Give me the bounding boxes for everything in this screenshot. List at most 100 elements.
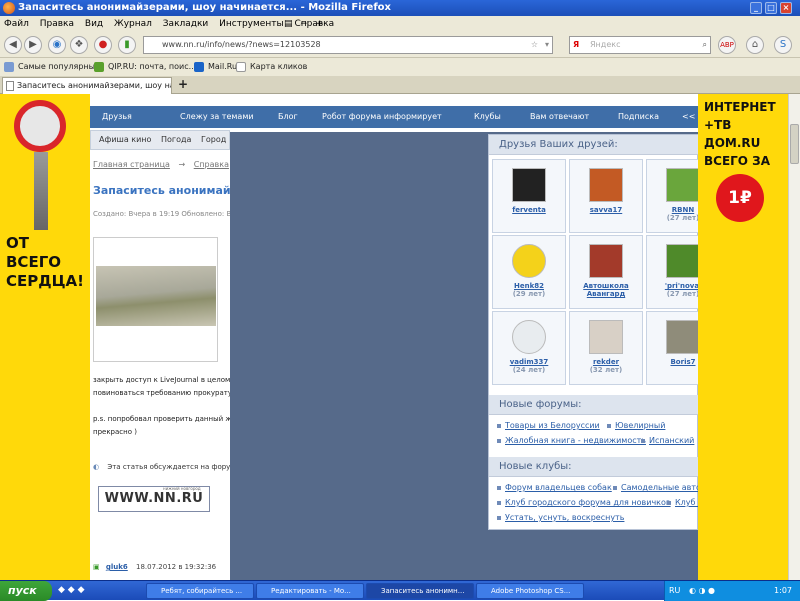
bookmark-popular[interactable]: Самые популярные bbox=[4, 58, 100, 76]
avatar bbox=[512, 168, 546, 202]
forum-link[interactable]: Товары из Белоруссии bbox=[497, 421, 600, 430]
adblock-icon[interactable]: ABP bbox=[718, 36, 736, 54]
tab-active[interactable]: Запаситесь анонимайзерами, шоу начин... bbox=[2, 77, 172, 94]
scrollbar-thumb[interactable] bbox=[790, 124, 799, 164]
dropdown-icon[interactable]: ▾ bbox=[545, 37, 549, 53]
menu-history[interactable]: Журнал bbox=[114, 19, 152, 29]
breadcrumb-home[interactable]: Главная страница bbox=[93, 160, 170, 169]
minimize-button[interactable]: _ bbox=[750, 2, 762, 14]
breadcrumb-arrow: → bbox=[178, 160, 186, 169]
right-ad-banner[interactable]: ИНТЕРНЕТ +ТВ ДОМ.RU ВСЕГО ЗА 1₽ bbox=[698, 94, 788, 580]
close-button[interactable]: × bbox=[780, 2, 792, 14]
clubs-title: Новые клубы: bbox=[489, 457, 699, 477]
bookmark-qip[interactable]: QIP.RU: почта, поис... bbox=[94, 58, 196, 76]
quicklaunch-icon[interactable]: ◆ ◆ ◆ bbox=[58, 585, 85, 595]
article-line: повиноваться требованию прокуратур bbox=[93, 389, 230, 397]
taskbar-item[interactable]: Ребят, собирайтесь ... bbox=[146, 583, 254, 599]
zoom-in-icon[interactable]: + bbox=[316, 16, 324, 32]
forum-discussion-note: ◐ Эта статья обсуждается на форум bbox=[93, 463, 236, 471]
search-icon[interactable]: ⌕ bbox=[703, 37, 707, 53]
article-photo[interactable] bbox=[93, 237, 218, 362]
tray-icons[interactable]: ◐ ◑ ● bbox=[689, 586, 715, 595]
friend-card[interactable]: rekder (32 лет) bbox=[569, 311, 643, 385]
forum-link[interactable]: Жалобная книга - недвижимость bbox=[497, 436, 646, 445]
avatar bbox=[589, 320, 623, 354]
start-button[interactable]: пуск bbox=[0, 581, 52, 601]
print-icon[interactable]: ▤ bbox=[284, 16, 293, 32]
discussion-text: Эта статья обсуждается на форум bbox=[107, 463, 236, 471]
nav-forum-robot[interactable]: Робот форума информирует bbox=[322, 106, 442, 128]
friend-card[interactable]: vadim337 (24 лет) bbox=[492, 311, 566, 385]
nav-collapse[interactable]: << bbox=[682, 106, 695, 128]
bookmark-mailru[interactable]: Mail.Ru bbox=[194, 58, 237, 76]
menu-edit[interactable]: Правка bbox=[40, 19, 74, 29]
new-tab-button[interactable]: + bbox=[178, 77, 188, 91]
subnav-cinema[interactable]: Афиша кино bbox=[99, 131, 151, 149]
stats-icon[interactable]: ▮ bbox=[118, 36, 136, 54]
friend-name[interactable]: rekder bbox=[570, 358, 642, 366]
page-icon bbox=[236, 62, 246, 72]
avatar bbox=[666, 168, 700, 202]
subnav-city[interactable]: Город bbox=[201, 131, 226, 149]
site-nav: Друзья Слежу за темами Блог Робот форума… bbox=[90, 106, 698, 128]
menu-bookmarks[interactable]: Закладки bbox=[163, 19, 209, 29]
addon-icon[interactable]: ❖ bbox=[70, 36, 88, 54]
avatar bbox=[589, 244, 623, 278]
nav-subscription[interactable]: Подписка bbox=[618, 106, 659, 128]
zoom-out-icon[interactable]: − bbox=[300, 16, 308, 32]
breadcrumb-section[interactable]: Справка bbox=[194, 160, 229, 169]
club-link[interactable]: Форум владельцев собак bbox=[497, 483, 612, 492]
comment-icon: ◐ bbox=[93, 463, 100, 471]
forward-button[interactable]: ▶ bbox=[24, 36, 42, 54]
friend-card[interactable]: ferventa bbox=[492, 159, 566, 233]
sync-icon[interactable]: ◉ bbox=[48, 36, 66, 54]
friend-name[interactable]: Автошкола Авангард bbox=[570, 282, 642, 298]
right-ad-text: ИНТЕРНЕТ +ТВ ДОМ.RU ВСЕГО ЗА bbox=[704, 100, 776, 168]
record-icon[interactable]: ● bbox=[94, 36, 112, 54]
nav-following[interactable]: Слежу за темами bbox=[180, 106, 254, 128]
nnru-logo[interactable]: WWW.NN.RU нижний новгород bbox=[98, 486, 210, 512]
star-icon[interactable]: ☆ bbox=[531, 37, 538, 53]
nav-replies[interactable]: Вам отвечают bbox=[530, 106, 589, 128]
friend-name[interactable]: savva17 bbox=[570, 206, 642, 214]
bookmarks-toolbar: Самые популярные QIP.RU: почта, поис... … bbox=[0, 58, 800, 76]
taskbar-item[interactable]: Adobe Photoshop CS... bbox=[476, 583, 584, 599]
avatar bbox=[512, 320, 546, 354]
nav-clubs[interactable]: Клубы bbox=[474, 106, 501, 128]
yandex-icon: Я bbox=[573, 40, 580, 49]
article-title: Запаситесь анонимайз bbox=[93, 184, 238, 197]
home-icon[interactable]: ⌂ bbox=[746, 36, 764, 54]
friend-name[interactable]: vadim337 bbox=[493, 358, 565, 366]
skype-icon[interactable]: S bbox=[774, 36, 792, 54]
friend-card[interactable]: Автошкола Авангард bbox=[569, 235, 643, 309]
club-link[interactable]: Клуб городского форума для новичков bbox=[497, 498, 671, 507]
subnav-weather[interactable]: Погода bbox=[161, 131, 191, 149]
nav-friends[interactable]: Друзья bbox=[102, 106, 132, 128]
price-badge: 1₽ bbox=[716, 174, 764, 222]
page-scrollbar[interactable] bbox=[788, 94, 800, 580]
menu-view[interactable]: Вид bbox=[85, 19, 103, 29]
taskbar-item[interactable]: Редактировать - Мо... bbox=[256, 583, 364, 599]
left-ad-text: ОТ ВСЕГО СЕРДЦА! bbox=[6, 234, 84, 290]
forum-link[interactable]: Испанский bbox=[641, 436, 694, 445]
bookmark-click-map[interactable]: Карта кликов bbox=[236, 58, 307, 76]
comment-user[interactable]: gluk6 bbox=[106, 563, 128, 571]
nav-blog[interactable]: Блог bbox=[278, 106, 298, 128]
menu-file[interactable]: Файл bbox=[4, 19, 29, 29]
club-link[interactable]: Самодельные авто bbox=[613, 483, 701, 492]
left-ad-banner[interactable]: ОТ ВСЕГО СЕРДЦА! bbox=[0, 94, 90, 580]
menu-tools[interactable]: Инструменты bbox=[219, 19, 283, 29]
taskbar-item-active[interactable]: Запаситесь анонимн... bbox=[366, 583, 474, 599]
friend-card[interactable]: savva17 bbox=[569, 159, 643, 233]
language-indicator[interactable]: RU bbox=[669, 586, 680, 595]
club-link[interactable]: Устать, уснуть, воскреснуть bbox=[497, 513, 624, 522]
comment-row: ▣ gluk6 18.07.2012 в 19:32:36 bbox=[93, 563, 216, 571]
forum-link[interactable]: Ювелирный bbox=[607, 421, 665, 430]
maximize-button[interactable]: □ bbox=[765, 2, 777, 14]
friend-name[interactable]: Henk82 bbox=[493, 282, 565, 290]
search-input[interactable]: Я Яндекс ⌕ bbox=[569, 36, 711, 54]
friend-card[interactable]: Henk82 (29 лет) bbox=[492, 235, 566, 309]
friend-name[interactable]: ferventa bbox=[493, 206, 565, 214]
back-button[interactable]: ◀ bbox=[4, 36, 22, 54]
url-input[interactable]: www.nn.ru/info/news/?news=12103528 ☆ ▾ bbox=[143, 36, 553, 54]
